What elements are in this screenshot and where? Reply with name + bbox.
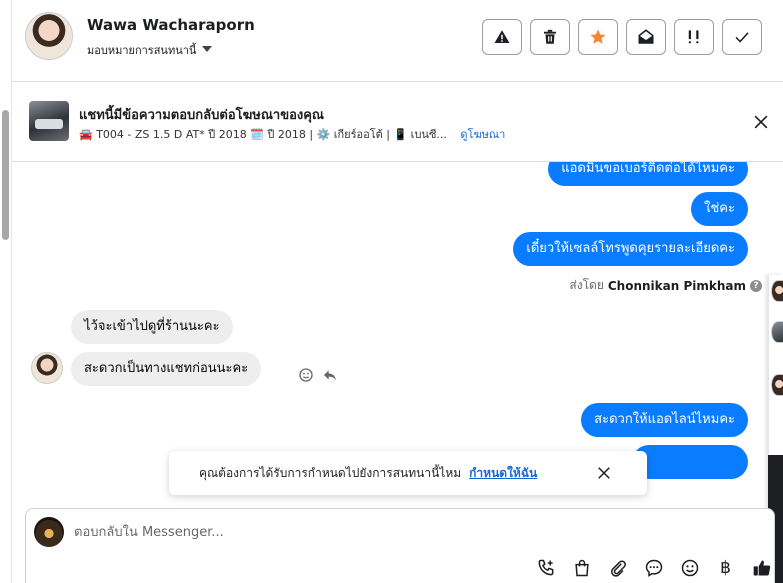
close-icon[interactable] — [595, 464, 613, 482]
shop-button[interactable] — [570, 556, 593, 579]
paperclip-icon — [610, 559, 626, 577]
outgoing-message-partial[interactable] — [632, 445, 748, 479]
incoming-message[interactable]: สะดวกเป็นทางแชทก่อนนะคะ — [71, 352, 262, 386]
message-composer: ฿ — [25, 508, 775, 583]
message-actions — [298, 367, 338, 383]
trash-icon — [544, 29, 556, 44]
delete-button[interactable] — [530, 19, 570, 55]
conversation-toolbar — [482, 19, 762, 55]
scrollbar[interactable] — [0, 0, 12, 583]
contact-avatar-small[interactable] — [31, 352, 63, 384]
contact-avatar[interactable] — [25, 12, 73, 60]
ad-banner-subtitle: 🚘 T004 - ZS 1.5 D AT* ปี 2018 🗓️ ปี 2018… — [79, 125, 505, 143]
attach-button[interactable] — [606, 556, 629, 579]
assign-to-me-link[interactable]: กำหนดให้ฉัน — [469, 464, 537, 483]
assign-conversation-dropdown[interactable]: มอบหมายการสนทนานี้ — [87, 41, 213, 59]
report-spam-button[interactable] — [482, 19, 522, 55]
scrollbar-thumb[interactable] — [2, 110, 9, 240]
view-ad-link[interactable]: ดูโฆษณา — [460, 128, 505, 141]
contact-name[interactable]: Wawa Wacharaporn — [87, 16, 255, 34]
ad-banner-title: แชทนี้มีข้อความตอบกลับต่อโฆษณาของคุณ — [79, 108, 324, 123]
star-button[interactable] — [578, 19, 618, 55]
outgoing-message[interactable]: สะดวกให้แอดไลน์ไหมคะ — [581, 403, 748, 437]
call-request-button[interactable] — [534, 556, 557, 579]
emoji-button[interactable] — [678, 556, 701, 579]
like-button[interactable] — [750, 556, 773, 579]
follow-up-button[interactable] — [674, 19, 714, 55]
outgoing-message[interactable]: แอดมินขอเบอร์ติดต่อได้ไหมคะ — [548, 162, 748, 186]
saved-replies-button[interactable] — [642, 556, 665, 579]
payment-button[interactable]: ฿ — [714, 556, 737, 579]
side-panel-avatar[interactable] — [771, 374, 783, 396]
mark-unread-icon — [638, 29, 654, 44]
phone-add-icon — [538, 559, 553, 575]
report-spam-icon — [494, 30, 510, 43]
side-panel-avatar[interactable] — [771, 280, 783, 302]
page-avatar — [34, 517, 64, 547]
outgoing-message[interactable]: เดี๋ยวให้เซลล์โทรพูดคุยรายละเอียดคะ — [513, 232, 748, 266]
ad-description: 🚘 T004 - ZS 1.5 D AT* ปี 2018 🗓️ ปี 2018… — [79, 128, 447, 141]
close-icon[interactable] — [751, 112, 771, 132]
conversation-header: Wawa Wacharaporn มอบหมายการสนทนานี้ — [12, 0, 783, 82]
side-panel-ad-thumbnail[interactable] — [771, 321, 783, 343]
chat-bubble-icon — [645, 559, 662, 577]
smiley-icon — [681, 559, 698, 576]
baht-icon: ฿ — [720, 557, 731, 578]
thumbs-up-icon — [753, 560, 770, 575]
emoji-react-icon[interactable] — [298, 367, 314, 383]
star-icon — [590, 29, 606, 44]
assign-to-me-prompt: คุณต้องการได้รับการกำหนดไปยังการสนทนานี้… — [169, 451, 647, 495]
reply-icon[interactable] — [322, 367, 338, 383]
assign-prompt-text: คุณต้องการได้รับการกำหนดไปยังการสนทนานี้… — [199, 465, 462, 480]
messenger-conversation-view: Wawa Wacharaporn มอบหมายการสนทนานี้ แชทน… — [0, 0, 783, 583]
ad-reply-banner: แชทนี้มีข้อความตอบกลับต่อโฆษณาของคุณ 🚘 T… — [12, 82, 783, 162]
sender-name: Chonnikan Pimkham — [607, 278, 746, 293]
chevron-down-icon — [202, 46, 213, 52]
help-icon[interactable]: ? — [750, 279, 762, 292]
ad-thumbnail[interactable] — [29, 101, 69, 141]
mark-unread-button[interactable] — [626, 19, 666, 55]
sent-by-prefix: ส่งโดย — [569, 278, 604, 292]
outgoing-message[interactable]: ใช่คะ — [691, 192, 748, 226]
sent-by-label: ส่งโดย Chonnikan Pimkham ? — [569, 276, 762, 295]
reply-input[interactable] — [74, 521, 474, 543]
shopping-bag-icon — [574, 559, 589, 576]
assign-label: มอบหมายการสนทนานี้ — [87, 44, 197, 57]
mark-done-button[interactable] — [722, 19, 762, 55]
follow-up-icon — [688, 30, 699, 44]
incoming-message[interactable]: ไว้จะเข้าไปดูที่ร้านนะคะ — [71, 310, 233, 344]
checkmark-icon — [735, 32, 749, 43]
composer-toolbar: ฿ — [534, 556, 773, 579]
